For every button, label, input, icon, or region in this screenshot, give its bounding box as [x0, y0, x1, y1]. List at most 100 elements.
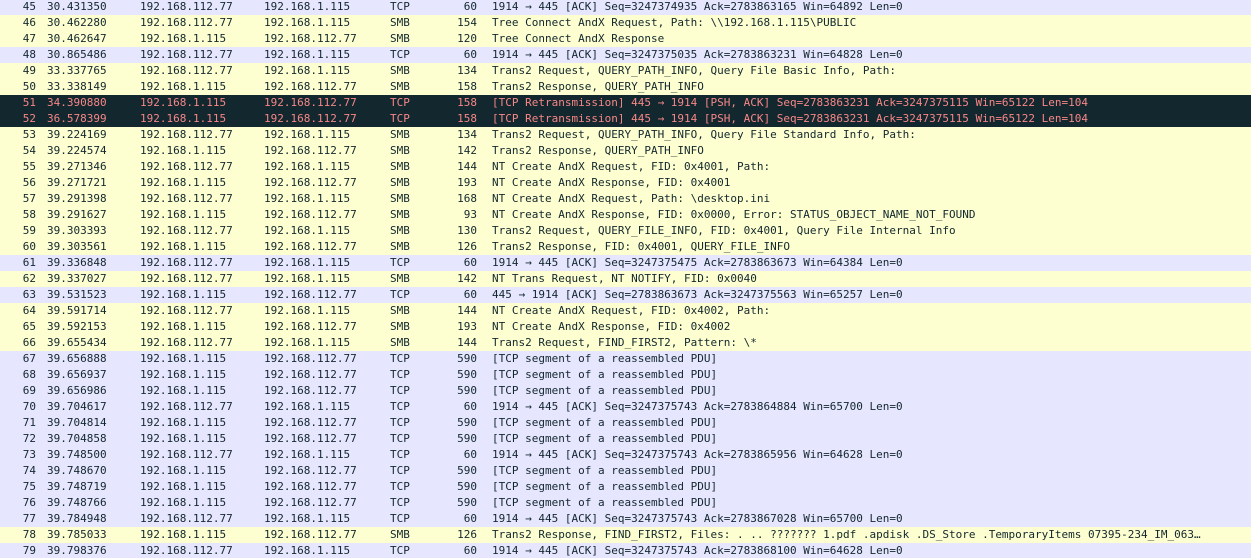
- packet-row[interactable]: 70 39.704617 192.168.112.77 192.168.1.115 TC…: [0, 399, 1251, 415]
- packet-number: 74: [22, 464, 36, 477]
- packet-info: 1914 → 445 [ACK] Seq=3247375035 Ack=2783…: [492, 48, 903, 61]
- packet-info: [TCP segment of a reassembled PDU]: [492, 480, 718, 493]
- packet-time: 39.336848: [47, 256, 107, 269]
- packet-protocol: TCP: [390, 544, 410, 557]
- packet-length: 590: [457, 368, 477, 381]
- packet-row[interactable]: 51 34.390880 192.168.1.115 192.168.112.77 TC…: [0, 95, 1251, 111]
- packet-time: 39.303393: [47, 224, 107, 237]
- packet-row[interactable]: 63 39.531523 192.168.1.115 192.168.112.77 TC…: [0, 287, 1251, 303]
- packet-number: 76: [22, 496, 36, 509]
- packet-info: 1914 → 445 [ACK] Seq=3247375743 Ack=2783…: [492, 400, 903, 413]
- packet-row[interactable]: 71 39.704814 192.168.1.115 192.168.112.77 TC…: [0, 415, 1251, 431]
- packet-number: 71: [22, 416, 36, 429]
- packet-protocol: TCP: [390, 512, 410, 525]
- packet-protocol: SMB: [390, 128, 410, 141]
- packet-number: 77: [22, 512, 36, 525]
- packet-destination: 192.168.112.77: [264, 32, 357, 45]
- packet-number: 73: [22, 448, 36, 461]
- packet-length: 144: [457, 336, 477, 349]
- packet-time: 39.591714: [47, 304, 107, 317]
- packet-row[interactable]: 53 39.224169 192.168.112.77 192.168.1.115 SM…: [0, 127, 1251, 143]
- packet-row[interactable]: 79 39.798376 192.168.112.77 192.168.1.115 TC…: [0, 543, 1251, 558]
- packet-row[interactable]: 54 39.224574 192.168.1.115 192.168.112.77 SM…: [0, 143, 1251, 159]
- packet-info: Trans2 Response, QUERY_PATH_INFO: [492, 80, 704, 93]
- packet-info: 1914 → 445 [ACK] Seq=3247375743 Ack=2783…: [492, 512, 903, 525]
- packet-number: 79: [22, 544, 36, 557]
- packet-length: 93: [463, 208, 477, 221]
- packet-row[interactable]: 62 39.337027 192.168.112.77 192.168.1.115 SM…: [0, 271, 1251, 287]
- packet-number: 54: [22, 144, 36, 157]
- packet-row[interactable]: 73 39.748500 192.168.112.77 192.168.1.115 TC…: [0, 447, 1251, 463]
- packet-source: 192.168.112.77: [140, 400, 233, 413]
- packet-info: [TCP segment of a reassembled PDU]: [492, 496, 718, 509]
- packet-number: 51: [22, 96, 36, 109]
- packet-time: 39.531523: [47, 288, 107, 301]
- packet-info: NT Create AndX Request, Path: \desktop.i…: [492, 192, 771, 205]
- packet-row[interactable]: 77 39.784948 192.168.112.77 192.168.1.115 TC…: [0, 511, 1251, 527]
- packet-row[interactable]: 57 39.291398 192.168.112.77 192.168.1.115 SM…: [0, 191, 1251, 207]
- packet-row[interactable]: 75 39.748719 192.168.1.115 192.168.112.77 TC…: [0, 479, 1251, 495]
- packet-source: 192.168.1.115: [140, 496, 227, 509]
- packet-time: 39.224574: [47, 144, 107, 157]
- packet-number: 66: [22, 336, 36, 349]
- packet-protocol: SMB: [390, 224, 410, 237]
- packet-row[interactable]: 74 39.748670 192.168.1.115 192.168.112.77 TC…: [0, 463, 1251, 479]
- packet-row[interactable]: 58 39.291627 192.168.1.115 192.168.112.77 SM…: [0, 207, 1251, 223]
- packet-row[interactable]: 67 39.656888 192.168.1.115 192.168.112.77 TC…: [0, 351, 1251, 367]
- packet-source: 192.168.112.77: [140, 544, 233, 557]
- packet-destination: 192.168.112.77: [264, 416, 357, 429]
- packet-source: 192.168.1.115: [140, 80, 227, 93]
- packet-info: 1914 → 445 [ACK] Seq=3247375743 Ack=2783…: [492, 448, 903, 461]
- packet-protocol: SMB: [390, 208, 410, 221]
- packet-length: 158: [457, 80, 477, 93]
- packet-row[interactable]: 47 30.462647 192.168.1.115 192.168.112.77 SM…: [0, 31, 1251, 47]
- packet-length: 60: [463, 48, 477, 61]
- packet-source: 192.168.112.77: [140, 336, 233, 349]
- packet-row[interactable]: 64 39.591714 192.168.112.77 192.168.1.115 SM…: [0, 303, 1251, 319]
- packet-row[interactable]: 49 33.337765 192.168.112.77 192.168.1.115 SM…: [0, 63, 1251, 79]
- packet-time: 39.748766: [47, 496, 107, 509]
- packet-source: 192.168.1.115: [140, 368, 227, 381]
- packet-row[interactable]: 56 39.271721 192.168.1.115 192.168.112.77 SM…: [0, 175, 1251, 191]
- packet-row[interactable]: 60 39.303561 192.168.1.115 192.168.112.77 SM…: [0, 239, 1251, 255]
- packet-row[interactable]: 52 36.578399 192.168.1.115 192.168.112.77 TC…: [0, 111, 1251, 127]
- packet-source: 192.168.112.77: [140, 48, 233, 61]
- packet-row[interactable]: 69 39.656986 192.168.1.115 192.168.112.77 TC…: [0, 383, 1251, 399]
- packet-row[interactable]: 45 30.431350 192.168.112.77 192.168.1.115 TC…: [0, 0, 1251, 15]
- packet-info: 445 → 1914 [ACK] Seq=2783863673 Ack=3247…: [492, 288, 903, 301]
- packet-protocol: SMB: [390, 240, 410, 253]
- packet-protocol: TCP: [390, 448, 410, 461]
- packet-row[interactable]: 48 30.865486 192.168.112.77 192.168.1.115 TC…: [0, 47, 1251, 63]
- packet-source: 192.168.1.115: [140, 176, 227, 189]
- packet-row[interactable]: 59 39.303393 192.168.112.77 192.168.1.115 SM…: [0, 223, 1251, 239]
- packet-row[interactable]: 50 33.338149 192.168.1.115 192.168.112.77 SM…: [0, 79, 1251, 95]
- packet-length: 154: [457, 16, 477, 29]
- packet-row[interactable]: 76 39.748766 192.168.1.115 192.168.112.77 TC…: [0, 495, 1251, 511]
- packet-time: 39.798376: [47, 544, 107, 557]
- packet-number: 78: [22, 528, 36, 541]
- packet-time: 39.656888: [47, 352, 107, 365]
- packet-source: 192.168.112.77: [140, 64, 233, 77]
- packet-row[interactable]: 55 39.271346 192.168.112.77 192.168.1.115 SM…: [0, 159, 1251, 175]
- packet-protocol: SMB: [390, 32, 410, 45]
- packet-protocol: TCP: [390, 400, 410, 413]
- packet-row[interactable]: 78 39.785033 192.168.1.115 192.168.112.77 SM…: [0, 527, 1251, 543]
- packet-list[interactable]: 45 30.431350 192.168.112.77 192.168.1.115 TC…: [0, 0, 1251, 558]
- packet-info: Trans2 Request, QUERY_PATH_INFO, Query F…: [492, 128, 916, 141]
- packet-info: Trans2 Request, QUERY_FILE_INFO, FID: 0x…: [492, 224, 956, 237]
- packet-row[interactable]: 72 39.704858 192.168.1.115 192.168.112.77 TC…: [0, 431, 1251, 447]
- packet-row[interactable]: 68 39.656937 192.168.1.115 192.168.112.77 TC…: [0, 367, 1251, 383]
- packet-time: 39.656986: [47, 384, 107, 397]
- packet-row[interactable]: 65 39.592153 192.168.1.115 192.168.112.77 SM…: [0, 319, 1251, 335]
- packet-row[interactable]: 46 30.462280 192.168.112.77 192.168.1.115 SM…: [0, 15, 1251, 31]
- packet-row[interactable]: 61 39.336848 192.168.112.77 192.168.1.115 TC…: [0, 255, 1251, 271]
- packet-row[interactable]: 66 39.655434 192.168.112.77 192.168.1.115 SM…: [0, 335, 1251, 351]
- packet-length: 142: [457, 272, 477, 285]
- packet-source: 192.168.1.115: [140, 144, 227, 157]
- packet-time: 33.338149: [47, 80, 107, 93]
- packet-destination: 192.168.1.115: [264, 224, 351, 237]
- packet-number: 59: [22, 224, 36, 237]
- packet-source: 192.168.112.77: [140, 160, 233, 173]
- packet-source: 192.168.112.77: [140, 0, 233, 13]
- packet-destination: 192.168.1.115: [264, 256, 351, 269]
